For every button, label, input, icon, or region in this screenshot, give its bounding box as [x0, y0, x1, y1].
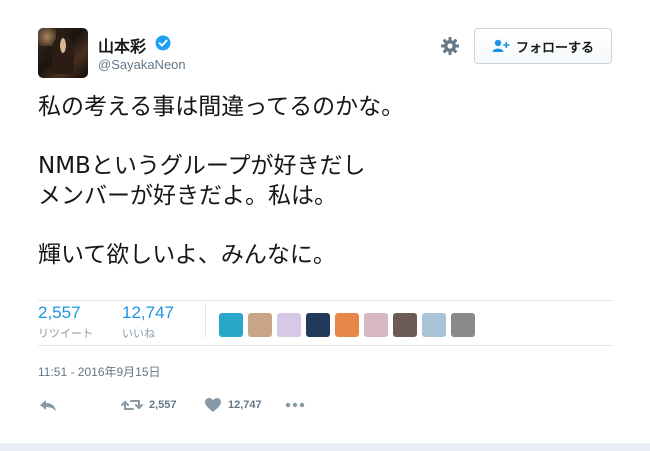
reply-button[interactable] — [38, 397, 58, 413]
tweet-line: メンバーが好きだよ。私は。 — [38, 183, 337, 209]
like-label: いいね — [122, 328, 155, 340]
tweet-line: NMBというグループが好きだし — [38, 153, 366, 179]
liker-avatar[interactable] — [451, 313, 475, 337]
liker-avatar[interactable] — [248, 313, 272, 337]
liker-avatars — [219, 313, 480, 337]
divider — [38, 345, 613, 346]
display-name[interactable]: 山本彩 — [98, 33, 146, 57]
divider — [205, 302, 206, 338]
retweet-icon — [121, 400, 143, 410]
avatar[interactable] — [38, 28, 88, 78]
follow-button-label: フォローする — [515, 40, 594, 56]
retweet-count: 2,557 — [38, 303, 81, 322]
retweet-label: リツイート — [38, 328, 93, 340]
liker-avatar[interactable] — [277, 313, 301, 337]
user-handle[interactable]: @SayakaNeon — [98, 57, 186, 72]
tweet-line: 私の考える事は間違ってるのかな。 — [38, 94, 405, 120]
reply-icon — [40, 400, 56, 411]
more-button[interactable] — [285, 397, 305, 413]
tweet-text: 私の考える事は間違ってるのかな。 NMBというグループが好きだし メンバーが好き… — [38, 92, 618, 270]
liker-avatar[interactable] — [219, 313, 243, 337]
liker-avatar[interactable] — [393, 313, 417, 337]
retweet-button[interactable]: 2,557 — [121, 397, 177, 413]
divider — [38, 300, 613, 301]
follow-button[interactable]: フォローする — [474, 28, 612, 64]
add-user-icon — [492, 39, 510, 52]
tweet-timestamp[interactable]: 11:51 - 2016年9月15日 — [38, 363, 161, 380]
retweet-action-count: 2,557 — [149, 399, 177, 411]
like-count: 12,747 — [122, 303, 174, 322]
liker-avatar[interactable] — [422, 313, 446, 337]
footer-band — [0, 443, 650, 451]
heart-icon — [205, 398, 221, 412]
more-icon — [285, 402, 305, 408]
avatar-figure — [52, 36, 74, 74]
liker-avatar[interactable] — [364, 313, 388, 337]
retweet-stat[interactable]: 2,557 リツイート — [38, 304, 93, 341]
liker-avatar[interactable] — [335, 313, 359, 337]
gear-icon[interactable] — [440, 36, 460, 56]
verified-badge-icon — [155, 35, 171, 51]
tweet-line: 輝いて欲しいよ、みんなに。 — [38, 242, 336, 268]
like-button[interactable]: 12,747 — [204, 397, 262, 413]
like-stat[interactable]: 12,747 いいね — [122, 304, 174, 341]
liker-avatar[interactable] — [306, 313, 330, 337]
like-action-count: 12,747 — [228, 399, 262, 411]
